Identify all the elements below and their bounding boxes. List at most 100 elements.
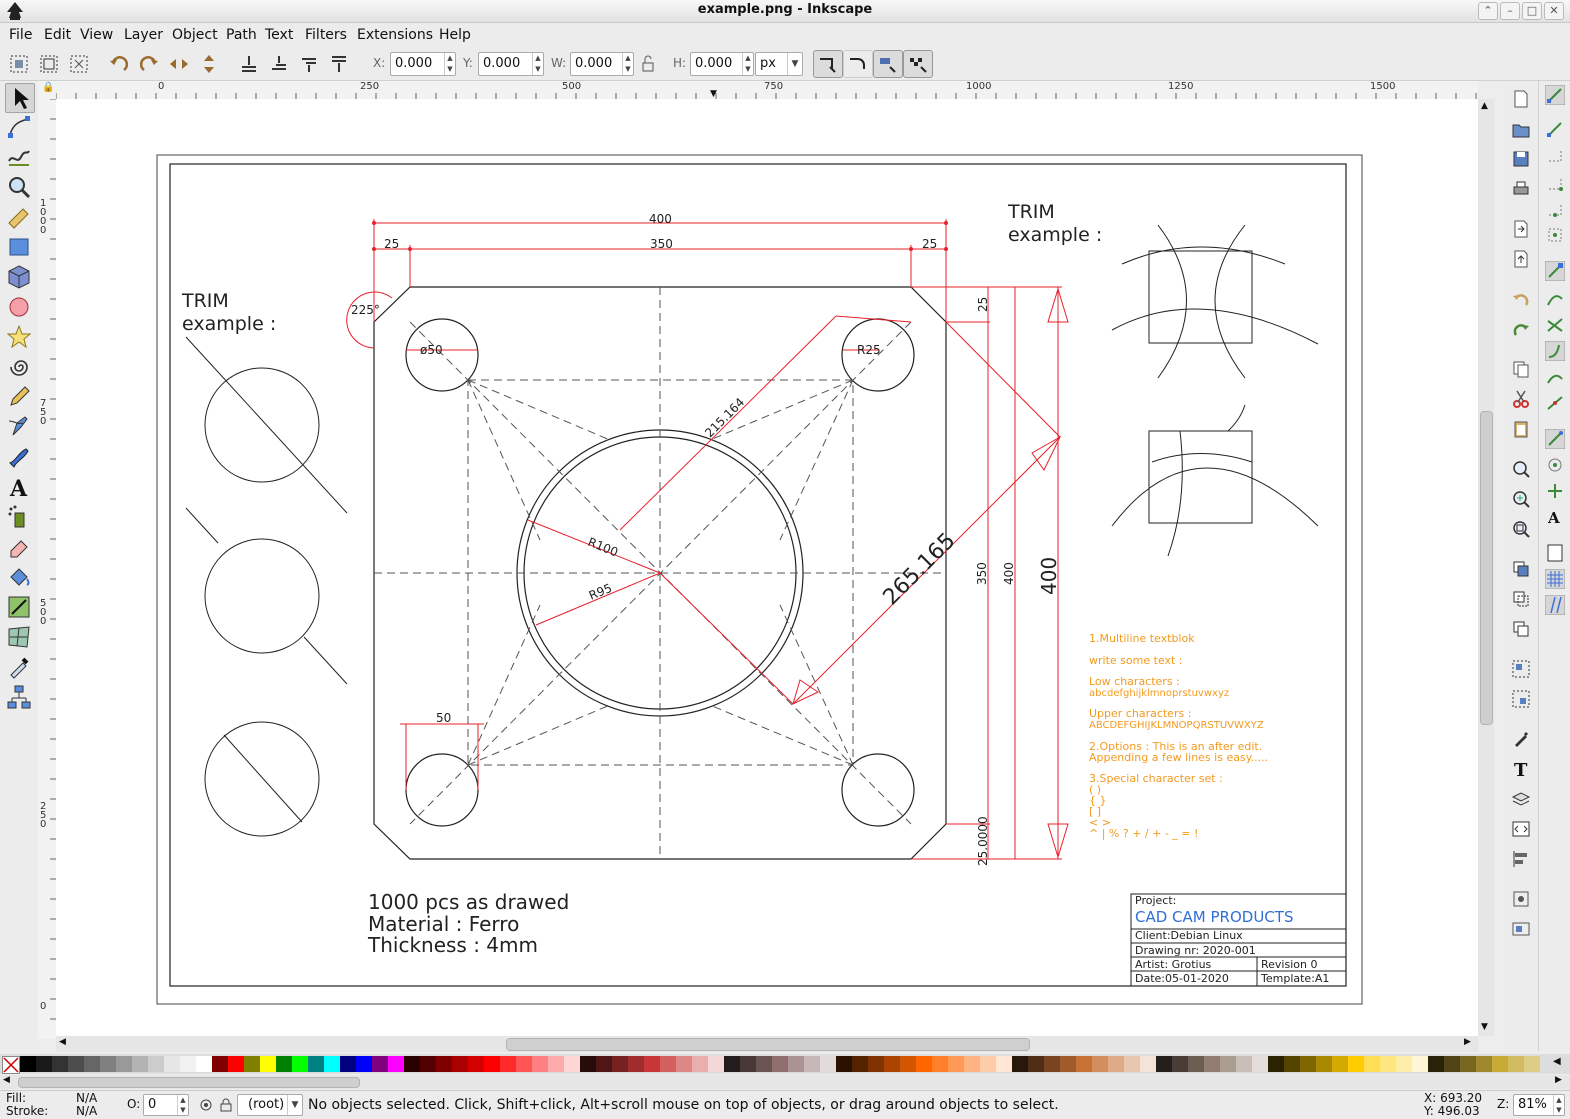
- spiral-tool-icon[interactable]: [5, 353, 33, 381]
- vertical-scroll-thumb[interactable]: [1480, 411, 1493, 725]
- snap-page-border-icon[interactable]: [1545, 543, 1565, 563]
- color-swatch[interactable]: [676, 1056, 692, 1072]
- color-swatch[interactable]: [1316, 1056, 1332, 1072]
- lock-icon[interactable]: [640, 53, 656, 75]
- color-swatch[interactable]: [1156, 1056, 1172, 1072]
- menu-filters[interactable]: Filters: [305, 27, 347, 43]
- color-swatch[interactable]: [292, 1056, 308, 1072]
- color-swatch[interactable]: [1268, 1056, 1284, 1072]
- snap-bbox-center-icon[interactable]: [1545, 225, 1565, 245]
- window-maximize-button[interactable]: □: [1522, 2, 1542, 20]
- color-swatch[interactable]: [532, 1056, 548, 1072]
- color-swatch[interactable]: [1444, 1056, 1460, 1072]
- color-swatch[interactable]: [1252, 1056, 1268, 1072]
- snap-bbox-corner-icon[interactable]: [1545, 173, 1565, 193]
- color-swatch[interactable]: [1524, 1056, 1540, 1072]
- eraser-tool-icon[interactable]: [5, 533, 33, 561]
- window-up-button[interactable]: ⌃: [1478, 2, 1498, 20]
- snap-intersections-icon[interactable]: [1545, 315, 1565, 335]
- ellipse-tool-icon[interactable]: [5, 293, 33, 321]
- snap-toggle-icon[interactable]: [1545, 85, 1565, 105]
- xml-editor-icon[interactable]: [1511, 819, 1531, 839]
- fill-value[interactable]: N/A: [76, 1091, 97, 1105]
- color-swatch[interactable]: [340, 1056, 356, 1072]
- zoom-selection-icon[interactable]: [1511, 459, 1531, 479]
- color-swatch[interactable]: [708, 1056, 724, 1072]
- color-swatch[interactable]: [644, 1056, 660, 1072]
- raise-to-top-icon[interactable]: [328, 53, 350, 75]
- layer-select[interactable]: (root) ▼: [237, 1094, 303, 1116]
- color-swatch[interactable]: [164, 1056, 180, 1072]
- color-swatch[interactable]: [196, 1056, 212, 1072]
- snap-paths-icon[interactable]: [1545, 289, 1565, 309]
- menu-layer[interactable]: Layer: [124, 27, 163, 43]
- snap-bbox-icon[interactable]: [1545, 119, 1565, 139]
- color-swatch[interactable]: [740, 1056, 756, 1072]
- layer-visibility-icon[interactable]: [198, 1097, 214, 1113]
- color-swatch[interactable]: [1508, 1056, 1524, 1072]
- pen-tool-icon[interactable]: [5, 413, 33, 441]
- w-stepper-icon[interactable]: ▲ ▼: [622, 53, 633, 75]
- select-all-layers-icon[interactable]: [38, 53, 60, 75]
- zoom-stepper-icon[interactable]: ▲ ▼: [1553, 1095, 1564, 1115]
- layer-lock-icon[interactable]: [218, 1097, 234, 1113]
- snap-smooth-nodes-icon[interactable]: [1545, 367, 1565, 387]
- pencil-tool-icon[interactable]: [5, 383, 33, 411]
- align-distribute-icon[interactable]: [1511, 849, 1531, 869]
- ungroup-icon[interactable]: [1511, 689, 1531, 709]
- color-swatch[interactable]: [420, 1056, 436, 1072]
- snap-guides-icon[interactable]: [1545, 595, 1565, 615]
- import-icon[interactable]: [1511, 219, 1531, 239]
- y-input[interactable]: 0.000 ▲ ▼: [478, 52, 544, 76]
- w-input[interactable]: 0.000 ▲ ▼: [570, 52, 634, 76]
- color-swatch[interactable]: [1140, 1056, 1156, 1072]
- color-swatch[interactable]: [1300, 1056, 1316, 1072]
- color-swatch[interactable]: [916, 1056, 932, 1072]
- color-swatch[interactable]: [228, 1056, 244, 1072]
- color-swatch[interactable]: [1124, 1056, 1140, 1072]
- color-swatch[interactable]: [324, 1056, 340, 1072]
- mesh-tool-icon[interactable]: [5, 623, 33, 651]
- menu-edit[interactable]: Edit: [44, 27, 71, 43]
- unlink-clone-icon[interactable]: [1511, 619, 1531, 639]
- color-swatch[interactable]: [836, 1056, 852, 1072]
- menu-text[interactable]: Text: [265, 27, 293, 43]
- rotate-ccw-icon[interactable]: [108, 53, 130, 75]
- lower-to-bottom-icon[interactable]: [238, 53, 260, 75]
- horizontal-scroll-thumb[interactable]: [506, 1038, 1030, 1051]
- selector-tool-icon[interactable]: [5, 83, 35, 113]
- color-swatch[interactable]: [100, 1056, 116, 1072]
- color-swatch[interactable]: [68, 1056, 84, 1072]
- scroll-right-icon[interactable]: ▶: [1464, 1037, 1471, 1047]
- color-swatch[interactable]: [276, 1056, 292, 1072]
- export-icon[interactable]: [1511, 249, 1531, 269]
- color-swatch[interactable]: [772, 1056, 788, 1072]
- text-font-icon[interactable]: T: [1511, 759, 1531, 779]
- color-swatch[interactable]: [52, 1056, 68, 1072]
- color-swatch[interactable]: [932, 1056, 948, 1072]
- color-swatch[interactable]: [1060, 1056, 1076, 1072]
- stroke-value[interactable]: N/A: [76, 1104, 97, 1118]
- color-swatch[interactable]: [788, 1056, 804, 1072]
- color-swatch[interactable]: [980, 1056, 996, 1072]
- snap-bbox-edge-icon[interactable]: [1545, 145, 1565, 165]
- color-swatch[interactable]: [212, 1056, 228, 1072]
- window-close-button[interactable]: ✕: [1544, 2, 1564, 20]
- color-swatch[interactable]: [868, 1056, 884, 1072]
- color-swatch[interactable]: [1204, 1056, 1220, 1072]
- color-swatch[interactable]: [1092, 1056, 1108, 1072]
- clone-icon[interactable]: [1511, 589, 1531, 609]
- snap-bbox-midpoint-icon[interactable]: [1545, 199, 1565, 219]
- color-swatch[interactable]: [1172, 1056, 1188, 1072]
- palette-menu-icon[interactable]: ◀: [1553, 1056, 1561, 1067]
- deselect-icon[interactable]: [68, 53, 90, 75]
- layers-icon[interactable]: [1511, 789, 1531, 809]
- color-swatch[interactable]: [884, 1056, 900, 1072]
- color-swatch[interactable]: [1028, 1056, 1044, 1072]
- color-swatch[interactable]: [452, 1056, 468, 1072]
- color-swatch[interactable]: [404, 1056, 420, 1072]
- color-swatch[interactable]: [1188, 1056, 1204, 1072]
- color-swatch[interactable]: [468, 1056, 484, 1072]
- palette-scrollbar[interactable]: ◀ ▶: [0, 1075, 1570, 1089]
- print-icon[interactable]: [1511, 179, 1531, 199]
